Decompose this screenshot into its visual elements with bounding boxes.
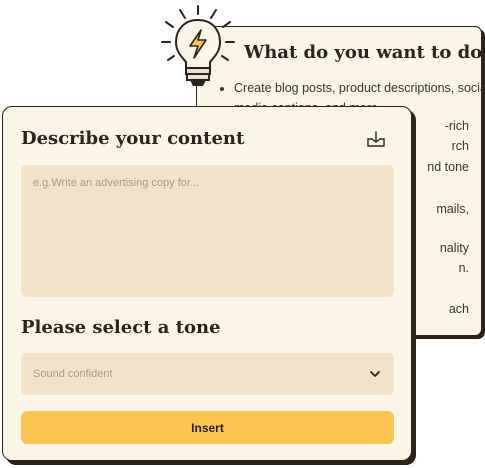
chevron-down-icon xyxy=(370,371,380,377)
info-line-fragment: ach xyxy=(448,302,469,316)
info-line-fragment: nd tone xyxy=(427,160,469,174)
download-icon[interactable] xyxy=(365,128,387,150)
content-heading: Describe your content xyxy=(21,128,245,149)
insert-button[interactable]: Insert xyxy=(21,411,394,444)
info-line-fragment: rch xyxy=(451,139,469,153)
tone-heading: Please select a tone xyxy=(21,317,221,338)
info-line-fragment: -rich xyxy=(444,119,469,133)
info-card-title: What do you want to do? xyxy=(244,42,485,63)
info-line-fragment: nality xyxy=(439,241,469,255)
tone-select[interactable]: Sound confident xyxy=(21,353,394,395)
compose-card: Describe your content Please select a to… xyxy=(2,106,412,461)
content-input[interactable] xyxy=(21,165,394,297)
info-line-fragment: mails, xyxy=(436,202,469,216)
lightbulb-icon xyxy=(161,5,235,86)
tone-select-value: Sound confident xyxy=(33,368,113,380)
info-line-fragment: n. xyxy=(458,261,469,275)
